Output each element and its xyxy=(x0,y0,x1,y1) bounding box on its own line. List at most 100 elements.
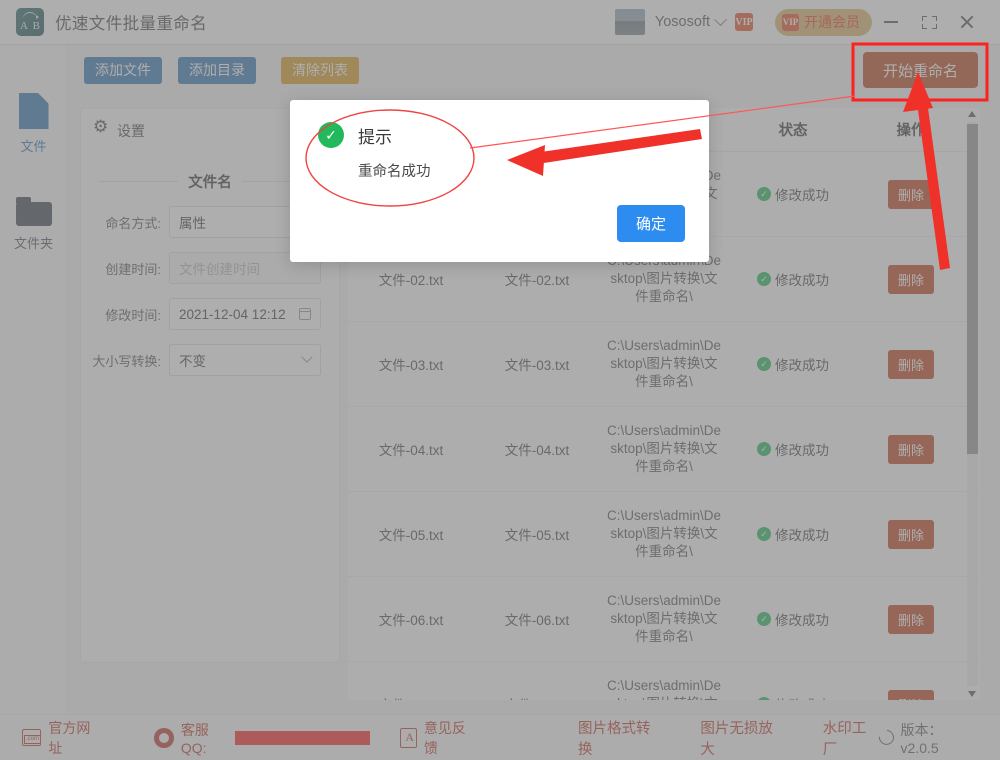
status-badge: ✓ 修改成功 xyxy=(728,609,858,629)
cell-filename: 文件-07.txt xyxy=(348,694,474,700)
support-qq-item[interactable]: 客服QQ: xyxy=(154,720,371,756)
cell-newname: 文件-06.txt xyxy=(504,613,570,628)
case-convert-select[interactable]: 不变 xyxy=(169,344,321,376)
check-circle-icon: ✓ xyxy=(757,527,771,541)
dialog-confirm-button[interactable]: 确定 xyxy=(616,205,685,242)
success-dialog: ✓ 提示 重命名成功 确定 xyxy=(290,100,709,262)
create-time-placeholder: 文件创建时间 xyxy=(179,262,260,277)
field-label-create-time: 创建时间: xyxy=(105,261,161,277)
add-folder-button[interactable]: 添加目录 xyxy=(178,56,256,84)
cell-filename: 文件-06.txt xyxy=(378,613,444,628)
chevron-down-icon[interactable] xyxy=(301,351,313,363)
field-naming-mode: 命名方式: 属性 xyxy=(91,206,321,238)
column-header-status: 状态 xyxy=(778,123,808,139)
sidebar: 文件 文件夹 xyxy=(0,45,68,714)
logo-letter-a: A xyxy=(20,20,28,32)
folder-icon xyxy=(15,197,52,226)
table-row: 文件-03.txt 文件-03.txt C:\Users\admin\Desktop… xyxy=(348,322,980,407)
settings-section-title-label: 文件名 xyxy=(188,175,232,191)
link-image-upscale[interactable]: 图片无损放大 xyxy=(700,717,784,759)
delete-row-button[interactable]: 删除 xyxy=(887,519,934,549)
status-badge: ✓ 修改成功 xyxy=(728,354,858,374)
footer-bar: 官方网址 客服QQ: 意见反馈 图片格式转换 图片无损放大 水印工厂 版本：v2… xyxy=(0,714,1000,760)
status-badge: ✓ 修改成功 xyxy=(728,269,858,289)
application-window: A B 优速文件批量重命名 Yososoft VIP VIP 开通会员 文件 文… xyxy=(0,0,1000,760)
feedback-label: 意见反馈 xyxy=(423,719,466,756)
field-case-convert: 大小写转换: 不变 xyxy=(91,344,321,376)
feedback-link[interactable]: 意见反馈 xyxy=(400,718,478,758)
start-rename-button[interactable]: 开始重命名 xyxy=(862,52,978,88)
delete-row-button[interactable]: 删除 xyxy=(887,349,934,379)
sidebar-item-label-files: 文件 xyxy=(20,139,47,154)
vip-badge-icon: VIP xyxy=(735,13,753,31)
status-badge: ✓ 修改成功 xyxy=(728,439,858,459)
dialog-title: 提示 xyxy=(358,127,392,147)
avatar[interactable] xyxy=(614,9,645,35)
cell-newname: 文件-04.txt xyxy=(504,443,570,458)
cell-filename: 文件-04.txt xyxy=(378,443,444,458)
logo-letter-b: B xyxy=(32,20,40,32)
scroll-down-arrow-icon[interactable] xyxy=(968,691,976,697)
delete-row-button[interactable]: 删除 xyxy=(887,264,934,294)
table-row: 文件-07.txt文件-07.txt C:\Users\admin\Desktop… xyxy=(348,662,980,700)
cell-filename: 文件-03.txt xyxy=(378,358,444,373)
delete-row-button[interactable]: 删除 xyxy=(887,689,934,700)
close-button[interactable] xyxy=(948,0,986,45)
status-label: 修改成功 xyxy=(775,358,829,373)
cell-newname: 文件-03.txt xyxy=(504,358,570,373)
headset-icon xyxy=(154,727,174,748)
maximize-icon xyxy=(921,15,937,29)
table-scrollbar[interactable] xyxy=(967,108,978,700)
file-icon xyxy=(18,93,49,129)
calendar-icon[interactable] xyxy=(298,308,311,320)
clear-list-button[interactable]: 清除列表 xyxy=(281,56,359,84)
check-circle-icon: ✓ xyxy=(757,357,771,371)
cell-newname: 文件-05.txt xyxy=(504,528,570,543)
open-vip-label: 开通会员 xyxy=(804,14,860,30)
delete-row-button[interactable]: 删除 xyxy=(887,179,934,209)
sidebar-item-label-folders: 文件夹 xyxy=(13,236,53,251)
status-badge: ✓ 修改成功 xyxy=(728,524,858,544)
status-label: 修改成功 xyxy=(775,273,829,288)
success-check-icon: ✓ xyxy=(318,122,344,148)
chevron-down-icon[interactable] xyxy=(714,12,727,26)
delete-row-button[interactable]: 删除 xyxy=(887,604,934,634)
official-website-label: 官方网址 xyxy=(48,719,91,756)
status-label: 修改成功 xyxy=(775,694,829,700)
status-label: 修改成功 xyxy=(775,443,829,458)
website-icon xyxy=(22,729,42,746)
title-bar: A B 优速文件批量重命名 Yososoft VIP VIP 开通会员 xyxy=(0,0,1000,45)
support-qq-label: 客服QQ: xyxy=(180,721,209,756)
toolbar: 添加文件 添加目录 清除列表 开始重命名 xyxy=(68,45,1000,95)
maximize-button[interactable] xyxy=(910,0,948,45)
scroll-up-arrow-icon[interactable] xyxy=(968,111,976,117)
sidebar-item-folders[interactable]: 文件夹 xyxy=(0,197,67,252)
delete-row-button[interactable]: 删除 xyxy=(887,434,934,464)
add-file-button[interactable]: 添加文件 xyxy=(84,56,162,84)
version-info[interactable]: 版本：v2.0.5 xyxy=(875,720,978,756)
cell-directory: C:\Users\admin\Desktop\图片转换\文件重命名\ xyxy=(606,508,722,559)
status-badge: ✓ 修改成功 xyxy=(728,694,858,700)
title-bar-right: Yososoft VIP VIP 开通会员 xyxy=(614,0,1000,45)
cell-newname: 文件-02.txt xyxy=(504,273,570,288)
link-watermark-factory[interactable]: 水印工厂 xyxy=(823,717,879,759)
gear-icon xyxy=(93,118,109,138)
user-name[interactable]: Yososoft xyxy=(655,14,710,30)
dialog-header: ✓ 提示 xyxy=(290,100,709,148)
modify-time-input[interactable]: 2021-12-04 12:12 xyxy=(169,298,321,330)
cell-directory: C:\Users\admin\Desktop\图片转换\文件重命名\ xyxy=(606,338,722,389)
table-row: 文件-06.txt 文件-06.txt C:\Users\admin\Desktop… xyxy=(348,577,980,662)
check-circle-icon: ✓ xyxy=(757,187,771,201)
sidebar-item-files[interactable]: 文件 xyxy=(0,93,67,155)
link-image-format-convert[interactable]: 图片格式转换 xyxy=(578,717,662,759)
refresh-icon[interactable] xyxy=(875,727,897,748)
minimize-button[interactable] xyxy=(872,0,910,45)
qq-number-redacted xyxy=(234,730,371,745)
settings-section-title: 文件名 xyxy=(99,171,321,192)
column-header-action: 操作 xyxy=(896,123,926,139)
naming-mode-value: 属性 xyxy=(179,216,206,231)
version-label: 版本：v2.0.5 xyxy=(900,721,943,756)
open-vip-button[interactable]: VIP 开通会员 xyxy=(775,8,872,36)
scrollbar-thumb[interactable] xyxy=(967,124,978,454)
official-website-link[interactable]: 官方网址 xyxy=(22,718,102,758)
